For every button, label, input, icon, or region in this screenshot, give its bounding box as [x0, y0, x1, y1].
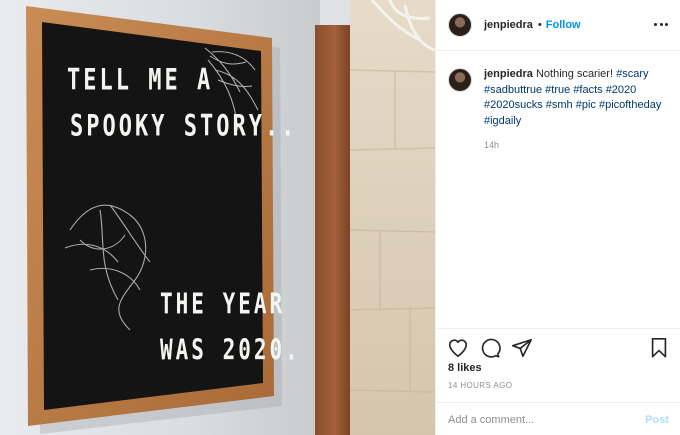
caption-username[interactable]: jenpiedra: [484, 68, 533, 80]
comment-input[interactable]: [448, 413, 646, 426]
board-line-3: THE YEAR: [160, 288, 286, 321]
caption-text: Nothing scarier!: [535, 68, 614, 80]
board-line-2: SPOOKY STORY..: [70, 110, 298, 144]
action-section: 8 likes 14 HOURS AGO Post: [436, 328, 680, 435]
share-icon[interactable]: [511, 337, 533, 359]
post-photo[interactable]: TELL ME A SPOOKY STORY.. THE YEAR WAS 20…: [0, 0, 435, 435]
photo-scene: [0, 0, 435, 435]
action-icons: [447, 337, 533, 359]
post-button[interactable]: Post: [645, 414, 669, 426]
board-line-4: WAS 2020.: [160, 334, 301, 367]
follow-button[interactable]: Follow: [546, 19, 581, 31]
more-options-icon[interactable]: [654, 19, 668, 29]
caption-body: jenpiedra Nothing scarier! #scary #sadbu…: [484, 67, 673, 154]
likes-count[interactable]: 8 likes: [448, 362, 482, 374]
board-line-1: TELL ME A: [67, 64, 214, 98]
post-timestamp[interactable]: 14 HOURS AGO: [448, 381, 512, 390]
comment-icon[interactable]: [479, 337, 501, 359]
post-side-panel: jenpiedra • Follow jenpiedra Nothing sca…: [435, 0, 680, 435]
wood-door: [315, 25, 355, 435]
comment-bar: Post: [436, 402, 680, 435]
post-header: jenpiedra • Follow: [436, 0, 680, 51]
bookmark-icon[interactable]: [649, 337, 669, 359]
separator-dot: •: [537, 19, 542, 31]
heart-icon[interactable]: [447, 337, 469, 359]
header-username[interactable]: jenpiedra: [484, 19, 533, 31]
stone-wall: [350, 0, 435, 435]
caption-avatar[interactable]: [448, 68, 472, 92]
caption-time: 14h: [484, 140, 500, 150]
caption: jenpiedra Nothing scarier! #scary #sadbu…: [448, 67, 673, 154]
avatar[interactable]: [448, 13, 472, 37]
